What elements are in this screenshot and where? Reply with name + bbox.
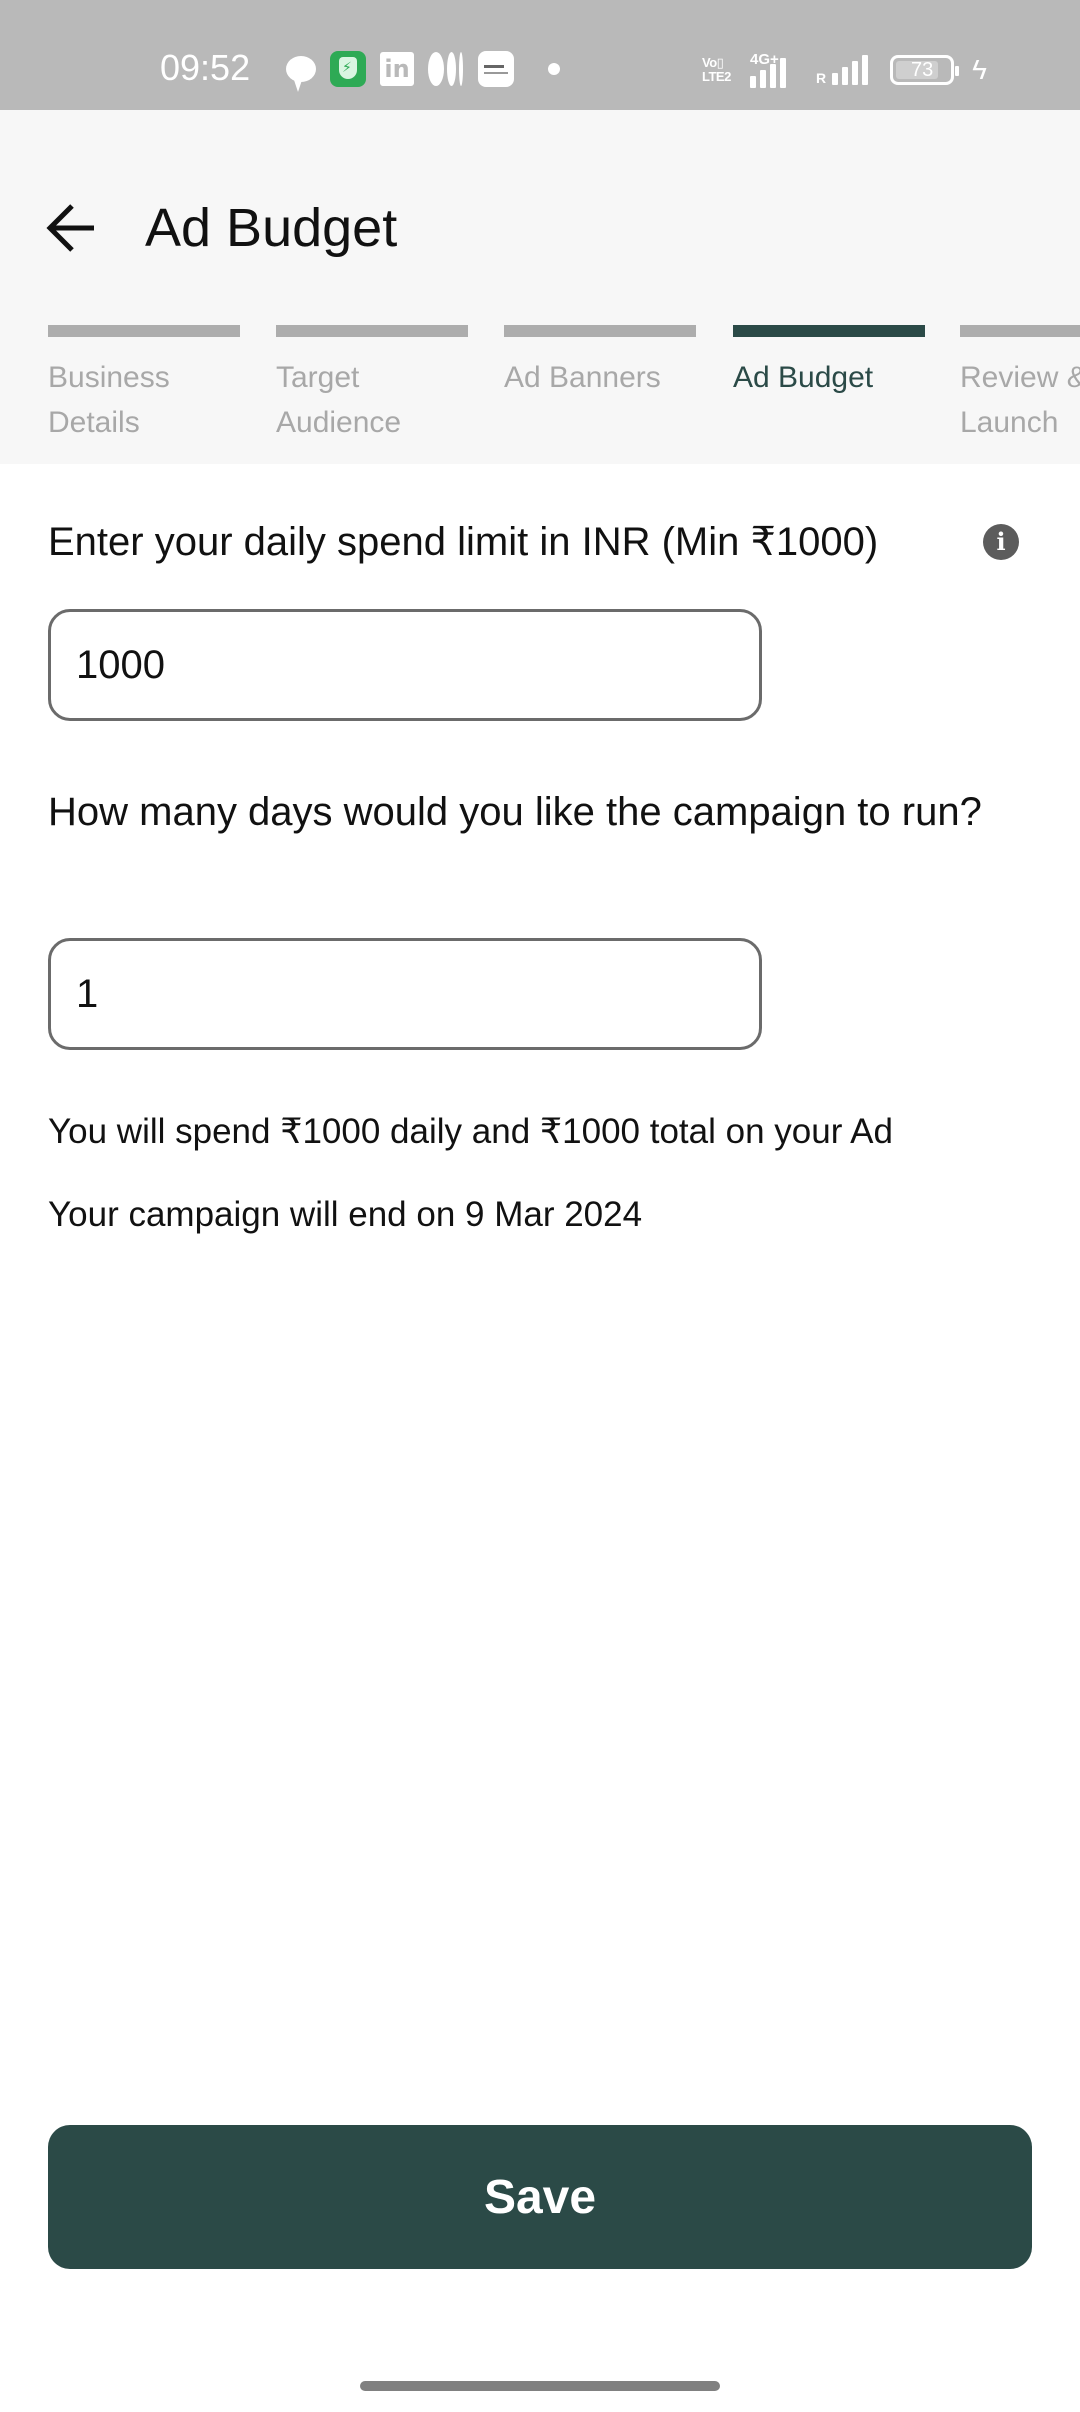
step-review-launch[interactable]: Review & Launch	[960, 325, 1080, 445]
spend-summary: You will spend ₹1000 daily and ₹1000 tot…	[48, 1112, 893, 1151]
step-bar	[733, 325, 925, 337]
back-button[interactable]	[44, 200, 100, 256]
info-icon[interactable]: i	[983, 524, 1019, 560]
step-business-details[interactable]: Business Details	[48, 325, 240, 445]
step-target-audience[interactable]: Target Audience	[276, 325, 468, 445]
chat-bubble-icon	[286, 56, 316, 92]
days-label: How many days would you like the campaig…	[48, 790, 982, 834]
save-button[interactable]: Save	[48, 2125, 1032, 2269]
step-label: Ad Banners	[504, 361, 661, 394]
days-input[interactable]	[51, 941, 759, 1047]
arrow-left-icon	[46, 204, 94, 252]
daily-limit-field[interactable]	[48, 609, 762, 721]
step-bar	[276, 325, 468, 337]
step-label: Target Audience	[276, 361, 402, 439]
status-time: 09:52	[160, 47, 251, 88]
security-shield-icon	[330, 51, 366, 87]
step-bar	[48, 325, 240, 337]
charging-icon: ϟ	[972, 54, 987, 85]
step-label: Business Details	[48, 361, 170, 439]
volte-icon: Vo▯ LTE2	[702, 55, 731, 84]
mobile-data-icon: 4G+	[750, 52, 806, 88]
step-bar	[960, 325, 1080, 337]
step-bar	[504, 325, 696, 337]
end-date-summary: Your campaign will end on 9 Mar 2024	[48, 1195, 643, 1234]
days-field[interactable]	[48, 938, 762, 1050]
daily-limit-label: Enter your daily spend limit in INR (Min…	[48, 520, 879, 564]
step-ad-banners[interactable]: Ad Banners	[504, 325, 696, 400]
battery-level: 73	[911, 59, 934, 81]
progress-stepper: Business Details Target Audience Ad Bann…	[48, 325, 1080, 455]
news-app-icon	[478, 51, 514, 87]
page-title: Ad Budget	[145, 198, 398, 258]
home-indicator[interactable]	[360, 2381, 720, 2391]
linkedin-icon: in	[380, 52, 414, 86]
battery-icon: 73	[890, 55, 960, 85]
notification-dot-icon	[548, 63, 560, 75]
medium-icon	[428, 52, 464, 86]
signal-roaming-icon: R	[816, 55, 869, 85]
step-ad-budget[interactable]: Ad Budget	[733, 325, 925, 400]
step-label: Review & Launch	[960, 361, 1080, 439]
status-bar: 09:52 in Vo▯LTE2 4G+ R 73 ϟ	[0, 0, 1080, 110]
daily-limit-input[interactable]	[51, 612, 759, 718]
system-icons: Vo▯ LTE2 4G+ R 73 ϟ	[702, 50, 987, 90]
notification-icons: in	[286, 51, 560, 92]
step-label: Ad Budget	[733, 361, 874, 394]
